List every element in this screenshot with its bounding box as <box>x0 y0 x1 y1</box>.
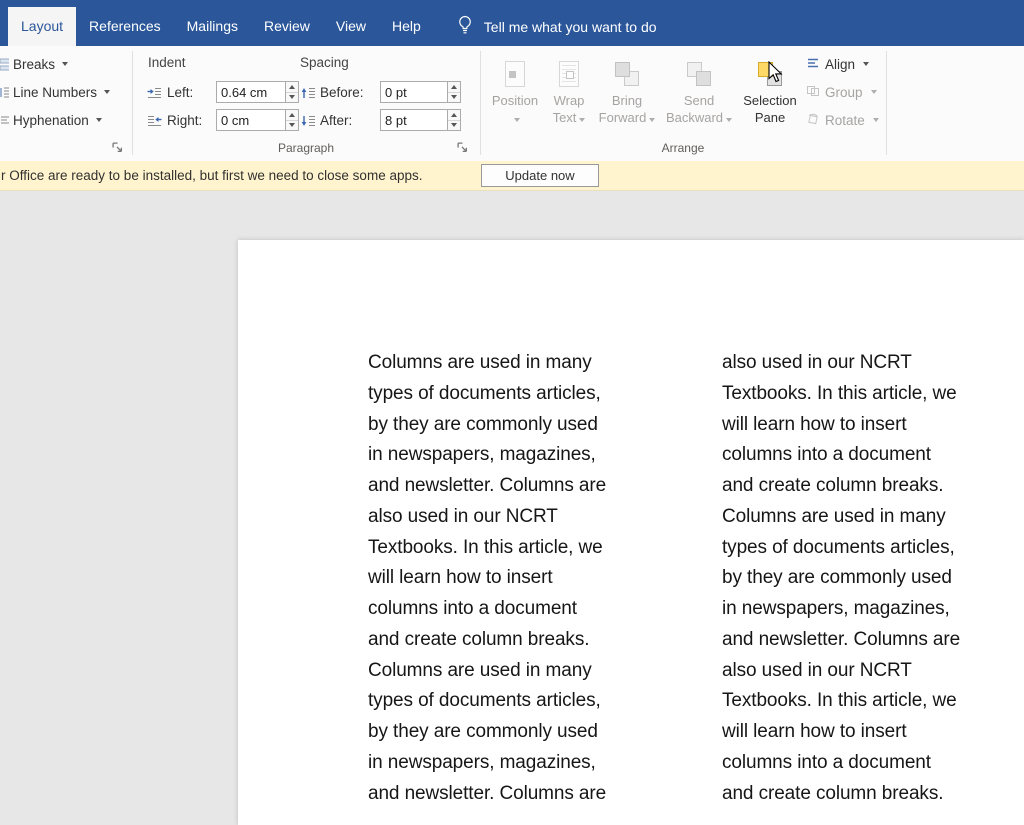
chevron-down-icon <box>873 118 879 122</box>
chevron-down-icon <box>104 90 110 94</box>
indent-right-icon <box>147 114 162 132</box>
align-button[interactable]: Align <box>806 53 869 75</box>
lightbulb-icon <box>456 15 474 38</box>
group-separator <box>132 51 133 155</box>
align-icon <box>806 57 820 72</box>
tell-me-label: Tell me what you want to do <box>484 19 657 35</box>
line-numbers-icon <box>0 86 9 99</box>
position-icon <box>505 58 525 90</box>
tab-layout[interactable]: Layout <box>8 7 76 46</box>
ribbon: Breaks Line Numbers Hyphenation Indent S… <box>0 46 1024 161</box>
update-notification-bar: r Office are ready to be installed, but … <box>0 161 1024 191</box>
spacing-before-label: Before: <box>320 81 364 103</box>
tell-me-box[interactable]: Tell me what you want to do <box>456 7 657 46</box>
document-page[interactable]: Columns are used in many types of docume… <box>238 240 1024 825</box>
selection-pane-icon <box>757 58 783 90</box>
ribbon-tab-bar: Layout References Mailings Review View H… <box>0 0 1024 46</box>
update-now-button[interactable]: Update now <box>481 164 599 187</box>
tab-references[interactable]: References <box>76 7 174 46</box>
tab-mailings[interactable]: Mailings <box>174 7 251 46</box>
chevron-down-icon <box>514 118 520 122</box>
spacing-before-icon <box>301 86 316 104</box>
paragraph-dialog-launcher[interactable] <box>457 140 469 152</box>
indent-right-label: Right: <box>167 109 202 131</box>
spacing-after-input[interactable] <box>380 109 448 131</box>
indent-left-icon <box>147 86 162 104</box>
document-column-2[interactable]: also used in our NCRT Textbooks. In this… <box>722 348 1024 809</box>
hyphenation-button[interactable]: Hyphenation <box>0 109 102 131</box>
wrap-text-icon <box>559 58 579 90</box>
wrap-text-button[interactable]: Wrap Text <box>544 50 594 142</box>
send-backward-button[interactable]: Send Backward <box>658 50 740 142</box>
chevron-down-icon <box>863 62 869 66</box>
send-backward-icon <box>686 58 712 90</box>
breaks-button[interactable]: Breaks <box>0 53 68 75</box>
tab-view[interactable]: View <box>323 7 379 46</box>
bring-forward-icon <box>614 58 640 90</box>
left-indent-input[interactable] <box>216 81 286 103</box>
bring-forward-button[interactable]: Bring Forward <box>597 50 657 142</box>
spacing-after-icon <box>301 114 316 132</box>
page-setup-dialog-launcher[interactable] <box>112 140 124 152</box>
spacing-after-spinner[interactable] <box>448 109 461 131</box>
document-column-1[interactable]: Columns are used in many types of docume… <box>368 348 698 809</box>
group-objects-icon <box>806 85 820 100</box>
line-numbers-button[interactable]: Line Numbers <box>0 81 110 103</box>
group-separator <box>480 51 481 155</box>
chevron-down-icon <box>649 118 655 122</box>
hyphenation-icon <box>0 114 9 127</box>
spacing-before-input[interactable] <box>380 81 448 103</box>
rotate-button[interactable]: Rotate <box>806 109 879 131</box>
selection-pane-button[interactable]: Selection Pane <box>739 50 801 142</box>
word-window: Layout References Mailings Review View H… <box>0 0 1024 825</box>
indent-section-label: Indent <box>148 55 186 70</box>
document-area: Columns are used in many types of docume… <box>0 191 1024 825</box>
hyphenation-label: Hyphenation <box>13 113 89 128</box>
spacing-after-label: After: <box>320 109 352 131</box>
right-indent-spinner[interactable] <box>286 109 299 131</box>
breaks-label: Breaks <box>13 57 55 72</box>
paragraph-group-label: Paragraph <box>132 141 480 155</box>
group-button[interactable]: Group <box>806 81 877 103</box>
chevron-down-icon <box>96 118 102 122</box>
group-separator <box>886 51 887 155</box>
line-numbers-label: Line Numbers <box>13 85 97 100</box>
position-button[interactable]: Position <box>489 50 541 142</box>
arrange-group-label: Arrange <box>480 141 886 155</box>
chevron-down-icon <box>871 90 877 94</box>
breaks-icon <box>0 58 9 71</box>
tab-help[interactable]: Help <box>379 7 434 46</box>
chevron-down-icon <box>62 62 68 66</box>
right-indent-input[interactable] <box>216 109 286 131</box>
chevron-down-icon <box>579 118 585 122</box>
spacing-before-spinner[interactable] <box>448 81 461 103</box>
tab-review[interactable]: Review <box>251 7 323 46</box>
spacing-section-label: Spacing <box>300 55 349 70</box>
indent-left-label: Left: <box>167 81 193 103</box>
left-indent-spinner[interactable] <box>286 81 299 103</box>
update-message: r Office are ready to be installed, but … <box>1 168 422 183</box>
chevron-down-icon <box>726 118 732 122</box>
rotate-icon <box>806 113 820 128</box>
